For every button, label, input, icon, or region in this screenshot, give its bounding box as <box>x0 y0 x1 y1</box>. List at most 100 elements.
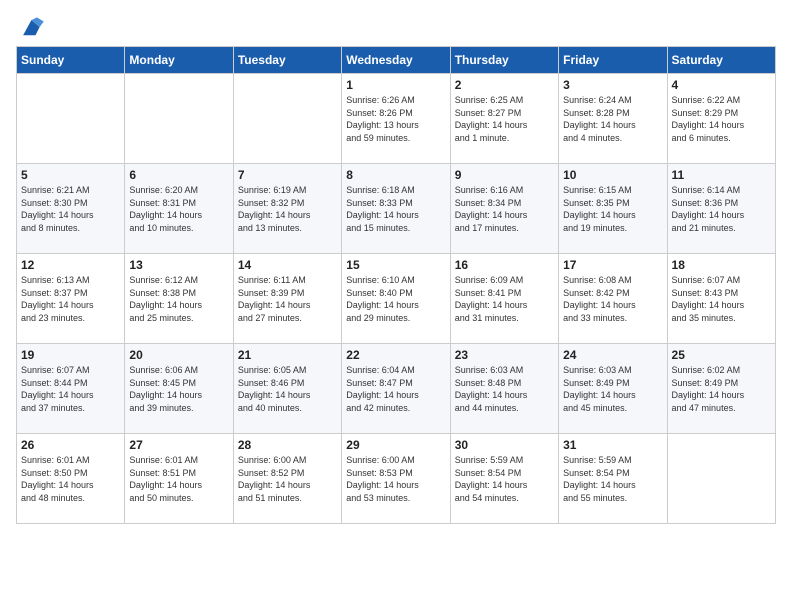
calendar-cell: 10 Sunrise: 6:15 AM Sunset: 8:35 PM Dayli… <box>559 164 667 254</box>
day-info: Sunrise: 6:26 AM Sunset: 8:26 PM Dayligh… <box>346 94 445 144</box>
calendar-cell: 6Sunrise: 6:20 AM Sunset: 8:31 PM Daylig… <box>125 164 233 254</box>
day-number: 21 <box>238 348 337 362</box>
day-number: 1 <box>346 78 445 92</box>
calendar-week-5: 26Sunrise: 6:01 AM Sunset: 8:50 PM Dayli… <box>17 434 776 524</box>
day-number: 28 <box>238 438 337 452</box>
day-number: 8 <box>346 168 445 182</box>
calendar-cell: 5Sunrise: 6:21 AM Sunset: 8:30 PM Daylig… <box>17 164 125 254</box>
calendar-cell: 22Sunrise: 6:04 AM Sunset: 8:47 PM Dayli… <box>342 344 450 434</box>
day-info: Sunrise: 6:15 AM Sunset: 8:35 PM Dayligh… <box>563 184 662 234</box>
calendar-cell: 4 Sunrise: 6:22 AM Sunset: 8:29 PM Daylig… <box>667 74 775 164</box>
day-info: Sunrise: 6:07 AM Sunset: 8:43 PM Dayligh… <box>672 274 771 324</box>
calendar-cell: 13 Sunrise: 6:12 AM Sunset: 8:38 PM Dayli… <box>125 254 233 344</box>
day-info: Sunrise: 6:19 AM Sunset: 8:32 PM Dayligh… <box>238 184 337 234</box>
day-info: Sunrise: 6:20 AM Sunset: 8:31 PM Dayligh… <box>129 184 228 234</box>
day-header-thursday: Thursday <box>450 47 558 74</box>
calendar-cell: 14 Sunrise: 6:11 AM Sunset: 8:39 PM Dayli… <box>233 254 341 344</box>
calendar-cell: 15 Sunrise: 6:10 AM Sunset: 8:40 PM Dayli… <box>342 254 450 344</box>
calendar-cell: 20 Sunrise: 6:06 AM Sunset: 8:45 PM Dayli… <box>125 344 233 434</box>
day-info: Sunrise: 6:01 AM Sunset: 8:51 PM Dayligh… <box>129 454 228 504</box>
day-number: 30 <box>455 438 554 452</box>
calendar-cell <box>125 74 233 164</box>
day-info: Sunrise: 6:05 AM Sunset: 8:46 PM Dayligh… <box>238 364 337 414</box>
day-info: Sunrise: 6:10 AM Sunset: 8:40 PM Dayligh… <box>346 274 445 324</box>
calendar-cell <box>667 434 775 524</box>
day-info: Sunrise: 6:16 AM Sunset: 8:34 PM Dayligh… <box>455 184 554 234</box>
calendar-cell <box>17 74 125 164</box>
day-info: Sunrise: 6:00 AM Sunset: 8:53 PM Dayligh… <box>346 454 445 504</box>
calendar-cell: 29 Sunrise: 6:00 AM Sunset: 8:53 PM Dayli… <box>342 434 450 524</box>
calendar-table: SundayMondayTuesdayWednesdayThursdayFrid… <box>16 46 776 524</box>
day-number: 4 <box>672 78 771 92</box>
day-number: 31 <box>563 438 662 452</box>
calendar-cell: 25 Sunrise: 6:02 AM Sunset: 8:49 PM Dayli… <box>667 344 775 434</box>
day-info: Sunrise: 6:08 AM Sunset: 8:42 PM Dayligh… <box>563 274 662 324</box>
page-header <box>16 16 776 38</box>
day-info: Sunrise: 6:03 AM Sunset: 8:48 PM Dayligh… <box>455 364 554 414</box>
logo <box>16 16 48 38</box>
day-info: Sunrise: 5:59 AM Sunset: 8:54 PM Dayligh… <box>563 454 662 504</box>
logo-icon <box>16 16 44 38</box>
day-number: 3 <box>563 78 662 92</box>
day-number: 9 <box>455 168 554 182</box>
calendar-cell: 8 Sunrise: 6:18 AM Sunset: 8:33 PM Daylig… <box>342 164 450 254</box>
day-number: 7 <box>238 168 337 182</box>
calendar-cell: 30 Sunrise: 5:59 AM Sunset: 8:54 PM Dayli… <box>450 434 558 524</box>
day-info: Sunrise: 6:18 AM Sunset: 8:33 PM Dayligh… <box>346 184 445 234</box>
day-info: Sunrise: 6:04 AM Sunset: 8:47 PM Dayligh… <box>346 364 445 414</box>
calendar-week-3: 12 Sunrise: 6:13 AM Sunset: 8:37 PM Dayli… <box>17 254 776 344</box>
calendar-cell: 23 Sunrise: 6:03 AM Sunset: 8:48 PM Dayli… <box>450 344 558 434</box>
day-number: 13 <box>129 258 228 272</box>
day-number: 23 <box>455 348 554 362</box>
day-number: 10 <box>563 168 662 182</box>
day-number: 16 <box>455 258 554 272</box>
day-info: Sunrise: 6:22 AM Sunset: 8:29 PM Dayligh… <box>672 94 771 144</box>
day-number: 20 <box>129 348 228 362</box>
day-info: Sunrise: 6:03 AM Sunset: 8:49 PM Dayligh… <box>563 364 662 414</box>
calendar-cell: 12 Sunrise: 6:13 AM Sunset: 8:37 PM Dayli… <box>17 254 125 344</box>
calendar-cell: 18 Sunrise: 6:07 AM Sunset: 8:43 PM Dayli… <box>667 254 775 344</box>
day-header-wednesday: Wednesday <box>342 47 450 74</box>
calendar-cell: 2Sunrise: 6:25 AM Sunset: 8:27 PM Daylig… <box>450 74 558 164</box>
day-number: 12 <box>21 258 120 272</box>
calendar-cell: 31 Sunrise: 5:59 AM Sunset: 8:54 PM Dayli… <box>559 434 667 524</box>
day-header-sunday: Sunday <box>17 47 125 74</box>
calendar-cell: 19Sunrise: 6:07 AM Sunset: 8:44 PM Dayli… <box>17 344 125 434</box>
day-info: Sunrise: 5:59 AM Sunset: 8:54 PM Dayligh… <box>455 454 554 504</box>
calendar-cell: 3 Sunrise: 6:24 AM Sunset: 8:28 PM Daylig… <box>559 74 667 164</box>
day-number: 27 <box>129 438 228 452</box>
calendar-cell <box>233 74 341 164</box>
day-header-tuesday: Tuesday <box>233 47 341 74</box>
calendar-cell: 24 Sunrise: 6:03 AM Sunset: 8:49 PM Dayli… <box>559 344 667 434</box>
day-number: 11 <box>672 168 771 182</box>
day-info: Sunrise: 6:25 AM Sunset: 8:27 PM Dayligh… <box>455 94 554 144</box>
day-info: Sunrise: 6:11 AM Sunset: 8:39 PM Dayligh… <box>238 274 337 324</box>
day-number: 15 <box>346 258 445 272</box>
day-info: Sunrise: 6:01 AM Sunset: 8:50 PM Dayligh… <box>21 454 120 504</box>
day-info: Sunrise: 6:06 AM Sunset: 8:45 PM Dayligh… <box>129 364 228 414</box>
day-number: 5 <box>21 168 120 182</box>
day-number: 25 <box>672 348 771 362</box>
calendar-cell: 1 Sunrise: 6:26 AM Sunset: 8:26 PM Daylig… <box>342 74 450 164</box>
day-info: Sunrise: 6:07 AM Sunset: 8:44 PM Dayligh… <box>21 364 120 414</box>
day-number: 24 <box>563 348 662 362</box>
day-info: Sunrise: 6:02 AM Sunset: 8:49 PM Dayligh… <box>672 364 771 414</box>
calendar-cell: 16 Sunrise: 6:09 AM Sunset: 8:41 PM Dayli… <box>450 254 558 344</box>
calendar-cell: 28 Sunrise: 6:00 AM Sunset: 8:52 PM Dayli… <box>233 434 341 524</box>
day-number: 18 <box>672 258 771 272</box>
calendar-cell: 11 Sunrise: 6:14 AM Sunset: 8:36 PM Dayli… <box>667 164 775 254</box>
day-info: Sunrise: 6:14 AM Sunset: 8:36 PM Dayligh… <box>672 184 771 234</box>
calendar-week-1: 1 Sunrise: 6:26 AM Sunset: 8:26 PM Daylig… <box>17 74 776 164</box>
calendar-cell: 26Sunrise: 6:01 AM Sunset: 8:50 PM Dayli… <box>17 434 125 524</box>
day-info: Sunrise: 6:13 AM Sunset: 8:37 PM Dayligh… <box>21 274 120 324</box>
day-info: Sunrise: 6:00 AM Sunset: 8:52 PM Dayligh… <box>238 454 337 504</box>
calendar-week-4: 19Sunrise: 6:07 AM Sunset: 8:44 PM Dayli… <box>17 344 776 434</box>
day-number: 14 <box>238 258 337 272</box>
day-info: Sunrise: 6:12 AM Sunset: 8:38 PM Dayligh… <box>129 274 228 324</box>
day-info: Sunrise: 6:09 AM Sunset: 8:41 PM Dayligh… <box>455 274 554 324</box>
day-number: 29 <box>346 438 445 452</box>
day-info: Sunrise: 6:24 AM Sunset: 8:28 PM Dayligh… <box>563 94 662 144</box>
day-header-saturday: Saturday <box>667 47 775 74</box>
day-header-friday: Friday <box>559 47 667 74</box>
calendar-cell: 21 Sunrise: 6:05 AM Sunset: 8:46 PM Dayli… <box>233 344 341 434</box>
